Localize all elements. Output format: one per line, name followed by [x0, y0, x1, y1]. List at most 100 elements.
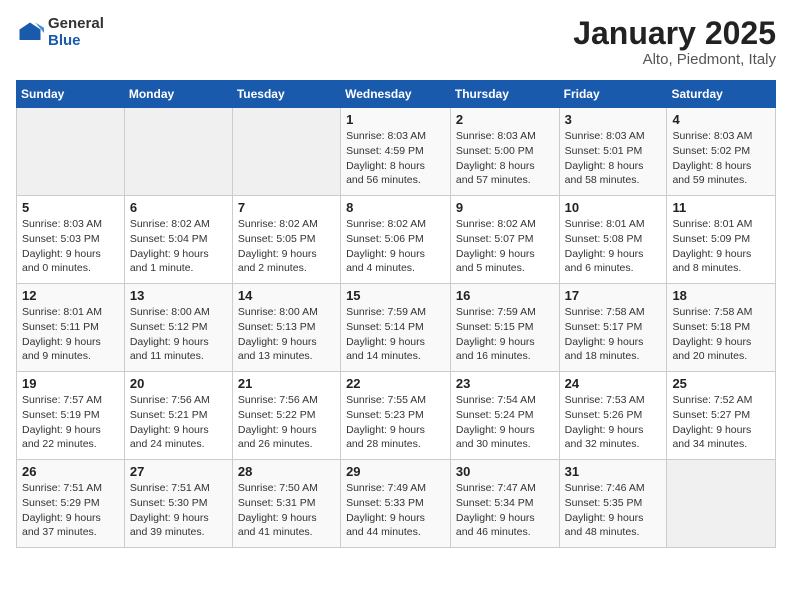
calendar-cell: 24Sunrise: 7:53 AM Sunset: 5:26 PM Dayli…	[559, 372, 667, 460]
calendar-cell	[124, 108, 232, 196]
day-info: Sunrise: 8:03 AM Sunset: 4:59 PM Dayligh…	[346, 129, 445, 188]
calendar-cell: 6 Sunrise: 8:02 AM Sunset: 5:04 PM Daylig…	[124, 196, 232, 284]
calendar-week-row: 1 Sunrise: 8:03 AM Sunset: 4:59 PM Daylig…	[17, 108, 776, 196]
day-number: 20	[130, 376, 227, 391]
logo-general: General	[48, 16, 104, 33]
calendar-cell: 9 Sunrise: 8:02 AM Sunset: 5:07 PM Daylig…	[450, 196, 559, 284]
day-number: 13	[130, 288, 227, 303]
calendar-week-row: 5 Sunrise: 8:03 AM Sunset: 5:03 PM Daylig…	[17, 196, 776, 284]
day-info: Sunrise: 8:03 AM Sunset: 5:02 PM Dayligh…	[672, 129, 770, 188]
calendar-cell	[232, 108, 340, 196]
calendar-cell	[667, 460, 776, 548]
calendar-cell	[17, 108, 125, 196]
day-number: 5	[22, 200, 119, 215]
calendar-cell: 30 Sunrise: 7:47 AM Sunset: 5:34 PM Dayli…	[450, 460, 559, 548]
calendar-cell: 17Sunrise: 7:58 AM Sunset: 5:17 PM Dayli…	[559, 284, 667, 372]
day-number: 8	[346, 200, 445, 215]
day-number: 27	[130, 464, 227, 479]
day-number: 30	[456, 464, 554, 479]
day-number: 10	[565, 200, 662, 215]
day-number: 7	[238, 200, 335, 215]
weekday-header: Sunday	[17, 81, 125, 108]
day-number: 6	[130, 200, 227, 215]
day-info: Sunrise: 8:01 AM Sunset: 5:08 PM Dayligh…	[565, 217, 662, 276]
calendar-week-row: 12Sunrise: 8:01 AM Sunset: 5:11 PM Dayli…	[17, 284, 776, 372]
day-info: Sunrise: 7:49 AM Sunset: 5:33 PM Dayligh…	[346, 481, 445, 540]
day-info: Sunrise: 7:55 AM Sunset: 5:23 PM Dayligh…	[346, 393, 445, 452]
day-info: Sunrise: 7:58 AM Sunset: 5:18 PM Dayligh…	[672, 305, 770, 364]
calendar-cell: 15 Sunrise: 7:59 AM Sunset: 5:14 PM Dayli…	[341, 284, 451, 372]
day-number: 14	[238, 288, 335, 303]
calendar-table: SundayMondayTuesdayWednesdayThursdayFrid…	[16, 80, 776, 548]
day-number: 22	[346, 376, 445, 391]
calendar-cell: 22 Sunrise: 7:55 AM Sunset: 5:23 PM Dayli…	[341, 372, 451, 460]
day-info: Sunrise: 7:46 AM Sunset: 5:35 PM Dayligh…	[565, 481, 662, 540]
day-number: 29	[346, 464, 445, 479]
day-info: Sunrise: 8:02 AM Sunset: 5:04 PM Dayligh…	[130, 217, 227, 276]
weekday-header-row: SundayMondayTuesdayWednesdayThursdayFrid…	[17, 81, 776, 108]
calendar-cell: 11Sunrise: 8:01 AM Sunset: 5:09 PM Dayli…	[667, 196, 776, 284]
day-number: 3	[565, 112, 662, 127]
day-info: Sunrise: 8:00 AM Sunset: 5:12 PM Dayligh…	[130, 305, 227, 364]
calendar-cell: 1 Sunrise: 8:03 AM Sunset: 4:59 PM Daylig…	[341, 108, 451, 196]
weekday-header: Monday	[124, 81, 232, 108]
day-info: Sunrise: 7:51 AM Sunset: 5:29 PM Dayligh…	[22, 481, 119, 540]
day-number: 21	[238, 376, 335, 391]
day-info: Sunrise: 8:00 AM Sunset: 5:13 PM Dayligh…	[238, 305, 335, 364]
calendar-cell: 18Sunrise: 7:58 AM Sunset: 5:18 PM Dayli…	[667, 284, 776, 372]
day-info: Sunrise: 7:50 AM Sunset: 5:31 PM Dayligh…	[238, 481, 335, 540]
weekday-header: Saturday	[667, 81, 776, 108]
day-number: 23	[456, 376, 554, 391]
calendar-cell: 4Sunrise: 8:03 AM Sunset: 5:02 PM Daylig…	[667, 108, 776, 196]
calendar-week-row: 26Sunrise: 7:51 AM Sunset: 5:29 PM Dayli…	[17, 460, 776, 548]
calendar-cell: 28Sunrise: 7:50 AM Sunset: 5:31 PM Dayli…	[232, 460, 340, 548]
day-info: Sunrise: 8:03 AM Sunset: 5:01 PM Dayligh…	[565, 129, 662, 188]
calendar-cell: 3 Sunrise: 8:03 AM Sunset: 5:01 PM Daylig…	[559, 108, 667, 196]
calendar-cell: 5 Sunrise: 8:03 AM Sunset: 5:03 PM Daylig…	[17, 196, 125, 284]
day-info: Sunrise: 7:59 AM Sunset: 5:14 PM Dayligh…	[346, 305, 445, 364]
calendar-cell: 16Sunrise: 7:59 AM Sunset: 5:15 PM Dayli…	[450, 284, 559, 372]
calendar-cell: 19Sunrise: 7:57 AM Sunset: 5:19 PM Dayli…	[17, 372, 125, 460]
calendar-week-row: 19Sunrise: 7:57 AM Sunset: 5:19 PM Dayli…	[17, 372, 776, 460]
day-number: 2	[456, 112, 554, 127]
day-info: Sunrise: 7:57 AM Sunset: 5:19 PM Dayligh…	[22, 393, 119, 452]
calendar-cell: 23Sunrise: 7:54 AM Sunset: 5:24 PM Dayli…	[450, 372, 559, 460]
calendar-cell: 20 Sunrise: 7:56 AM Sunset: 5:21 PM Dayli…	[124, 372, 232, 460]
day-info: Sunrise: 8:02 AM Sunset: 5:06 PM Dayligh…	[346, 217, 445, 276]
day-info: Sunrise: 7:47 AM Sunset: 5:34 PM Dayligh…	[456, 481, 554, 540]
logo: General Blue	[16, 16, 104, 49]
day-info: Sunrise: 8:03 AM Sunset: 5:03 PM Dayligh…	[22, 217, 119, 276]
day-number: 1	[346, 112, 445, 127]
calendar-cell: 21Sunrise: 7:56 AM Sunset: 5:22 PM Dayli…	[232, 372, 340, 460]
page-header: General Blue January 2025 Alto, Piedmont…	[16, 16, 776, 68]
day-info: Sunrise: 7:52 AM Sunset: 5:27 PM Dayligh…	[672, 393, 770, 452]
calendar-cell: 31 Sunrise: 7:46 AM Sunset: 5:35 PM Dayli…	[559, 460, 667, 548]
day-info: Sunrise: 7:58 AM Sunset: 5:17 PM Dayligh…	[565, 305, 662, 364]
day-info: Sunrise: 8:02 AM Sunset: 5:07 PM Dayligh…	[456, 217, 554, 276]
calendar-cell: 7 Sunrise: 8:02 AM Sunset: 5:05 PM Daylig…	[232, 196, 340, 284]
day-number: 25	[672, 376, 770, 391]
calendar-cell: 27 Sunrise: 7:51 AM Sunset: 5:30 PM Dayli…	[124, 460, 232, 548]
logo-text: General Blue	[48, 16, 104, 49]
day-info: Sunrise: 8:01 AM Sunset: 5:11 PM Dayligh…	[22, 305, 119, 364]
calendar-cell: 10 Sunrise: 8:01 AM Sunset: 5:08 PM Dayli…	[559, 196, 667, 284]
logo-icon	[16, 19, 44, 47]
day-number: 15	[346, 288, 445, 303]
day-number: 31	[565, 464, 662, 479]
day-info: Sunrise: 7:51 AM Sunset: 5:30 PM Dayligh…	[130, 481, 227, 540]
day-number: 9	[456, 200, 554, 215]
calendar-cell: 29 Sunrise: 7:49 AM Sunset: 5:33 PM Dayli…	[341, 460, 451, 548]
weekday-header: Thursday	[450, 81, 559, 108]
calendar-cell: 25 Sunrise: 7:52 AM Sunset: 5:27 PM Dayli…	[667, 372, 776, 460]
day-info: Sunrise: 7:59 AM Sunset: 5:15 PM Dayligh…	[456, 305, 554, 364]
weekday-header: Tuesday	[232, 81, 340, 108]
calendar-cell: 2Sunrise: 8:03 AM Sunset: 5:00 PM Daylig…	[450, 108, 559, 196]
day-number: 24	[565, 376, 662, 391]
calendar-cell: 26Sunrise: 7:51 AM Sunset: 5:29 PM Dayli…	[17, 460, 125, 548]
calendar-subtitle: Alto, Piedmont, Italy	[573, 51, 776, 68]
day-info: Sunrise: 7:56 AM Sunset: 5:21 PM Dayligh…	[130, 393, 227, 452]
title-block: January 2025 Alto, Piedmont, Italy	[573, 16, 776, 68]
calendar-cell: 8 Sunrise: 8:02 AM Sunset: 5:06 PM Daylig…	[341, 196, 451, 284]
day-info: Sunrise: 8:02 AM Sunset: 5:05 PM Dayligh…	[238, 217, 335, 276]
day-info: Sunrise: 8:01 AM Sunset: 5:09 PM Dayligh…	[672, 217, 770, 276]
